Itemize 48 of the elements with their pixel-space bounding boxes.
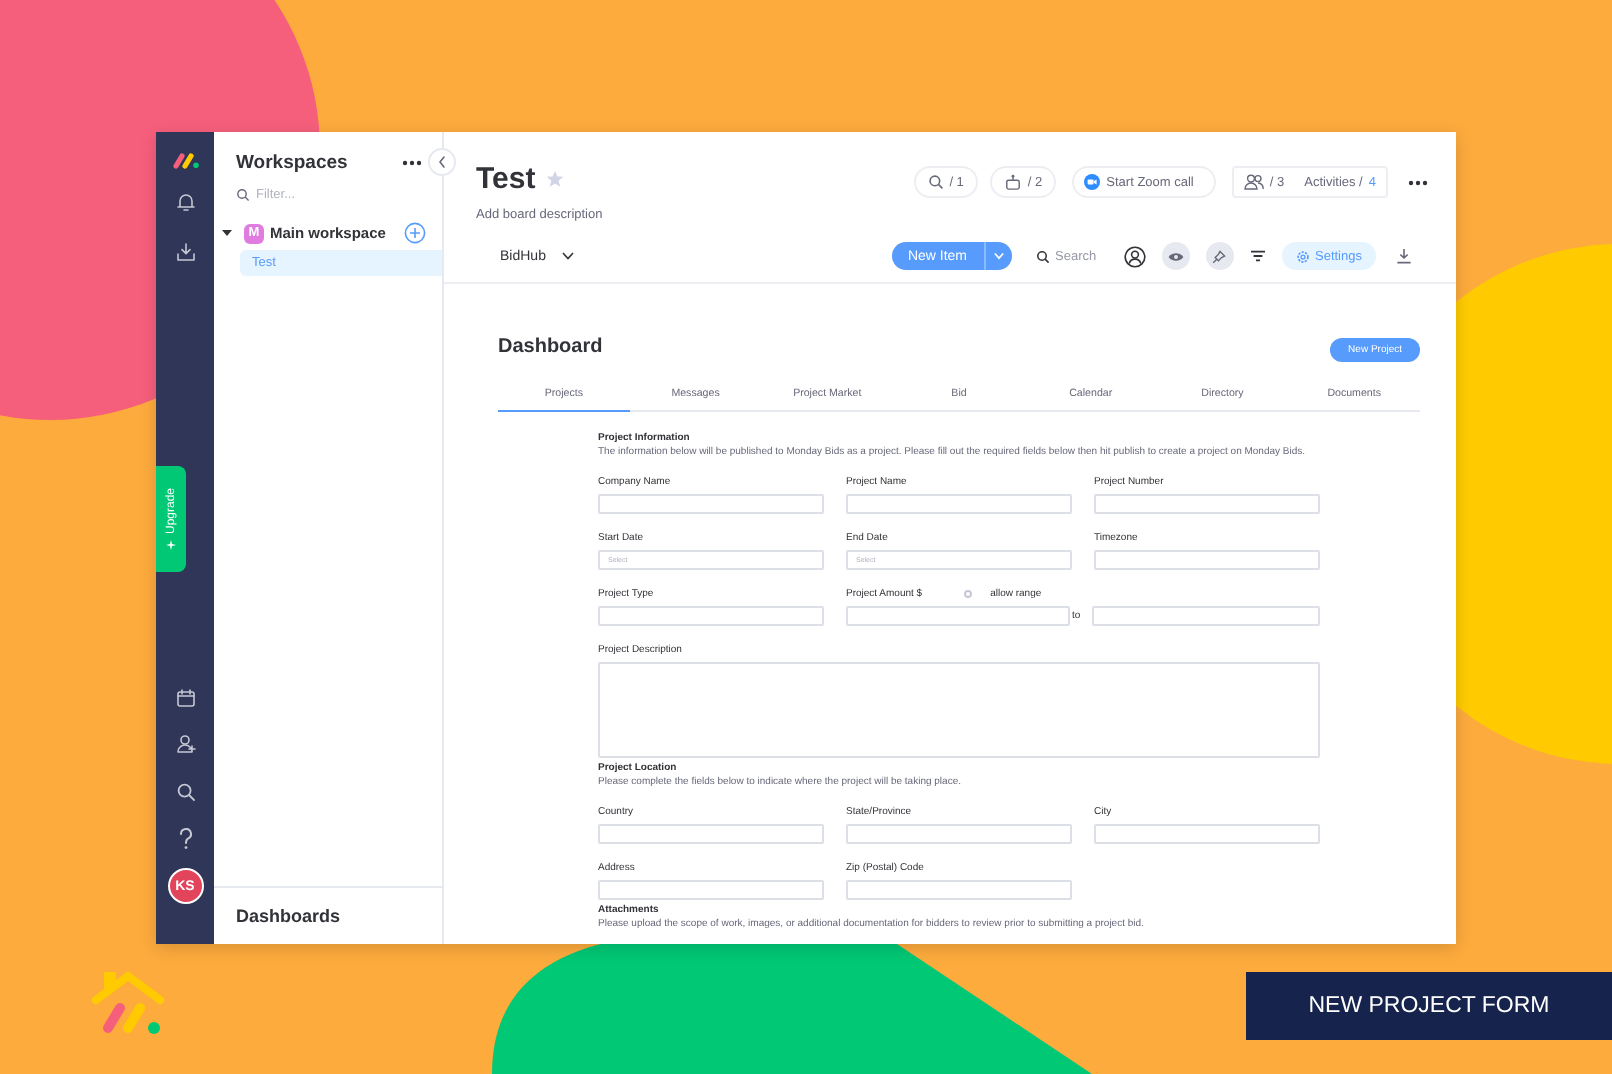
- inbox-download-icon[interactable]: [175, 242, 195, 262]
- input-field[interactable]: [1094, 550, 1320, 570]
- logo-icon: [88, 968, 168, 1040]
- caret-down-icon[interactable]: [222, 228, 232, 238]
- input-field[interactable]: [598, 606, 824, 626]
- board-title: Test: [476, 162, 536, 196]
- input-field[interactable]: [598, 880, 824, 900]
- search-icon[interactable]: [175, 782, 195, 802]
- caption-banner: NEW PROJECT FORM: [1246, 972, 1612, 1040]
- pin-icon: [1212, 249, 1226, 263]
- search-icon: [236, 188, 250, 202]
- checkbox[interactable]: [964, 590, 973, 598]
- input-field[interactable]: [846, 880, 1072, 900]
- person-circle-icon[interactable]: [1123, 245, 1145, 267]
- input-field[interactable]: [1094, 494, 1320, 514]
- dashboard-title: Dashboard: [498, 336, 603, 358]
- chevron-down-icon: [993, 252, 1003, 260]
- input-field[interactable]: [846, 606, 1071, 626]
- more-icon[interactable]: [1408, 179, 1428, 185]
- input-field[interactable]: [1094, 824, 1320, 844]
- search-icon: [1035, 249, 1049, 263]
- dashboards-heading: Dashboards: [236, 906, 341, 926]
- add-icon[interactable]: [404, 222, 426, 244]
- filter-icon[interactable]: [1249, 250, 1265, 262]
- input-field[interactable]: [598, 824, 824, 844]
- help-icon[interactable]: [177, 828, 193, 850]
- input-field[interactable]: [846, 494, 1072, 514]
- star-icon[interactable]: [545, 170, 564, 188]
- chevron-left-icon: [438, 156, 446, 168]
- add-person-icon[interactable]: [175, 734, 195, 754]
- video-camera-icon: [1084, 174, 1101, 190]
- pin-button[interactable]: [1205, 242, 1233, 270]
- input-field[interactable]: [846, 824, 1072, 844]
- input-field[interactable]: [1091, 606, 1320, 626]
- logo-icon[interactable]: [171, 152, 199, 170]
- eye-button[interactable]: [1161, 242, 1189, 270]
- bell-icon[interactable]: [175, 192, 195, 212]
- eye-icon: [1167, 251, 1183, 261]
- robot-icon: [1003, 174, 1022, 190]
- calendar-icon[interactable]: [175, 688, 195, 708]
- settings-icon: [1295, 249, 1309, 263]
- chevron-down-icon: [561, 252, 574, 260]
- panel-title: Workspaces: [236, 151, 348, 173]
- download-icon[interactable]: [1396, 248, 1412, 264]
- people-icon: [1243, 174, 1264, 190]
- more-icon[interactable]: [402, 159, 422, 165]
- input-field[interactable]: [598, 494, 824, 514]
- sparkle-icon: [166, 539, 176, 549]
